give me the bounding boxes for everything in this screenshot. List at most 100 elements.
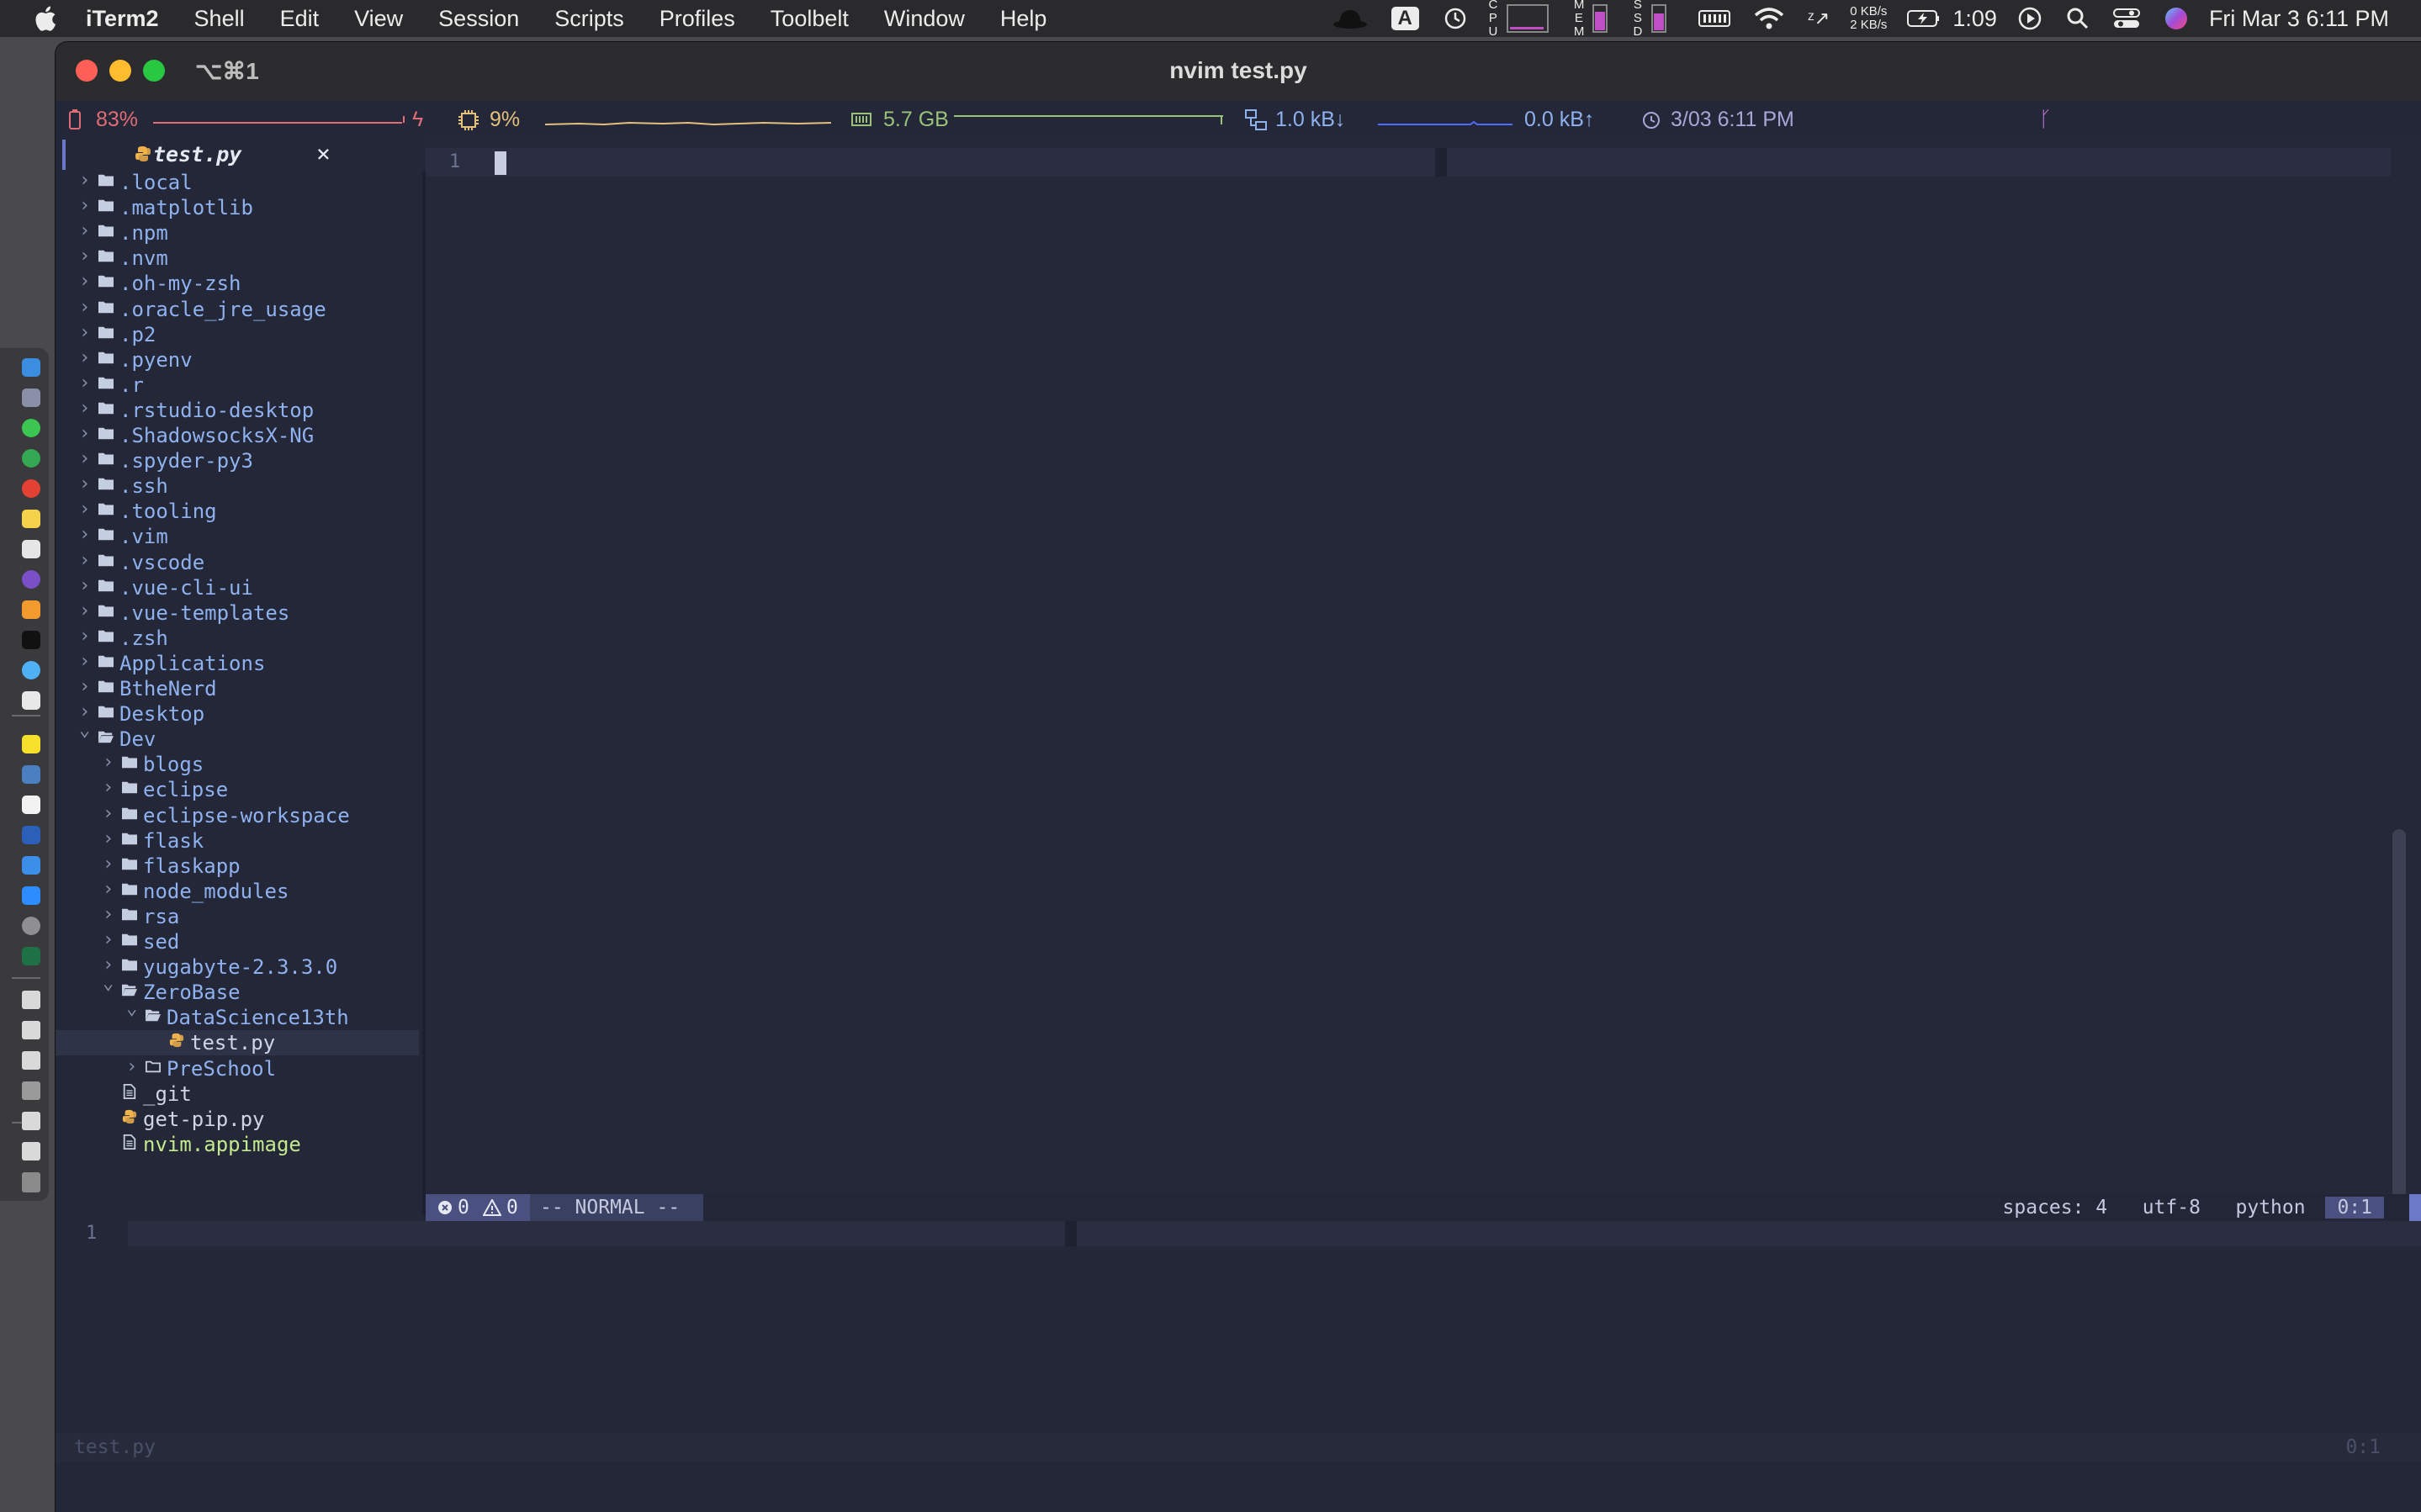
chevron-right-icon[interactable]: ›	[79, 246, 90, 267]
tree-row[interactable]: › .nvm	[56, 246, 419, 271]
tree-row[interactable]: › .oh-my-zsh	[56, 271, 419, 296]
tree-row[interactable]: › flask	[56, 828, 419, 854]
dock-app-mail-icon[interactable]	[22, 856, 40, 875]
chevron-right-icon[interactable]: ›	[79, 651, 90, 672]
battery-status-icon[interactable]	[1698, 8, 1730, 29]
tree-row[interactable]: › Desktop	[56, 701, 419, 727]
dock-trash-icon[interactable]	[22, 1172, 40, 1192]
tree-row[interactable]: › .npm	[56, 220, 419, 246]
dock-app-terminal-icon[interactable]	[22, 631, 40, 649]
tree-row[interactable]: › .ShadowsocksX-NG	[56, 423, 419, 448]
menu-toolbelt[interactable]: Toolbelt	[771, 6, 849, 32]
chevron-right-icon[interactable]: ›	[79, 170, 90, 191]
chevron-right-icon[interactable]: ›	[79, 575, 90, 596]
bowler-hat-icon[interactable]	[1332, 8, 1368, 29]
siri-icon[interactable]	[2164, 6, 2189, 31]
chevron-down-icon[interactable]: ⌄	[103, 973, 114, 994]
tree-row[interactable]: › .vscode	[56, 550, 419, 575]
menu-scripts[interactable]: Scripts	[554, 6, 624, 32]
tree-row-selected[interactable]: test.py	[56, 1030, 419, 1056]
tree-row[interactable]: › .pyenv	[56, 347, 419, 373]
battery-charging-icon[interactable]	[1907, 8, 1941, 29]
dock-app-slack-icon[interactable]	[22, 691, 40, 710]
dock-app-textedit-icon[interactable]	[22, 540, 40, 558]
dock-app-word-icon[interactable]	[22, 826, 40, 844]
tree-row[interactable]: nvim.appimage	[56, 1132, 419, 1157]
chevron-right-icon[interactable]: ›	[103, 803, 114, 824]
time-machine-icon[interactable]	[1443, 6, 1468, 31]
tree-row[interactable]: ⌄ ZeroBase	[56, 973, 419, 1005]
window-titlebar[interactable]: ⌥⌘1 nvim test.py	[56, 42, 2421, 101]
now-playing-icon[interactable]	[2017, 6, 2042, 31]
dock-app-tor-icon[interactable]	[22, 570, 40, 589]
tree-row[interactable]: › .vue-templates	[56, 600, 419, 626]
tree-row[interactable]: › Applications	[56, 651, 419, 676]
apple-logo-icon[interactable]	[32, 4, 57, 33]
dock-app-notes-icon[interactable]	[22, 510, 40, 528]
chevron-right-icon[interactable]: ›	[79, 448, 90, 469]
tree-row[interactable]: › .spyder-py3	[56, 448, 419, 473]
tree-row[interactable]: › BtheNerd	[56, 676, 419, 701]
dock-app-excel-icon[interactable]	[22, 947, 40, 965]
dock-app-preview-icon[interactable]	[22, 765, 40, 784]
dock-app-browser-icon[interactable]	[22, 479, 40, 498]
spotlight-search-icon[interactable]	[2066, 7, 2090, 30]
chevron-right-icon[interactable]: ›	[79, 271, 90, 292]
dock-app-chrome-icon[interactable]	[22, 449, 40, 468]
tree-row[interactable]: › .r	[56, 373, 419, 398]
menu-session[interactable]: Session	[438, 6, 519, 32]
menu-view[interactable]: View	[354, 6, 403, 32]
tree-row[interactable]: ⌄ DataScience13th	[56, 998, 419, 1030]
tree-row[interactable]: › rsa	[56, 904, 419, 929]
tree-row[interactable]: › .rstudio-desktop	[56, 398, 419, 423]
tab-close-icon[interactable]: ×	[316, 140, 331, 167]
tree-row[interactable]: › sed	[56, 929, 419, 954]
dock-doc-6-icon[interactable]	[22, 1142, 40, 1160]
tree-row[interactable]: › .local	[56, 170, 419, 195]
dock-app-calendar-icon[interactable]	[22, 796, 40, 814]
tree-row[interactable]: › eclipse	[56, 777, 419, 802]
tree-row[interactable]: › .tooling	[56, 499, 419, 524]
dock-app-finder-icon[interactable]	[22, 358, 40, 377]
tree-row[interactable]: get-pip.py	[56, 1107, 419, 1132]
dock-doc-5-icon[interactable]	[22, 1112, 40, 1130]
dock-doc-2-icon[interactable]	[22, 1021, 40, 1039]
chevron-right-icon[interactable]: ›	[103, 854, 114, 875]
chevron-right-icon[interactable]: ›	[79, 524, 90, 545]
tree-row[interactable]: › .zsh	[56, 626, 419, 651]
chevron-down-icon[interactable]: ⌄	[126, 998, 137, 1019]
chevron-right-icon[interactable]: ›	[79, 423, 90, 444]
menu-help[interactable]: Help	[1000, 6, 1047, 32]
chevron-right-icon[interactable]: ›	[103, 828, 114, 849]
dock-app-sublime-icon[interactable]	[22, 600, 40, 619]
tree-row[interactable]: › .vue-cli-ui	[56, 575, 419, 600]
tree-row[interactable]: › blogs	[56, 752, 419, 777]
dock-app-launchpad-icon[interactable]	[22, 389, 40, 407]
input-source-icon[interactable]: A	[1391, 7, 1419, 30]
tree-row[interactable]: › flaskapp	[56, 854, 419, 879]
chevron-right-icon[interactable]: ›	[103, 777, 114, 798]
tree-row[interactable]: _git	[56, 1081, 419, 1107]
memory-meter-icon[interactable]	[1592, 4, 1608, 33]
chevron-right-icon[interactable]: ›	[79, 600, 90, 621]
chevron-right-icon[interactable]: ›	[79, 550, 90, 571]
tree-row[interactable]: › .vim	[56, 524, 419, 549]
chevron-right-icon[interactable]: ›	[103, 904, 114, 925]
menu-profiles[interactable]: Profiles	[660, 6, 735, 32]
chevron-right-icon[interactable]: ›	[103, 929, 114, 950]
dock-app-wechat-icon[interactable]	[22, 419, 40, 437]
dock-app-kakaotalk-icon[interactable]	[22, 735, 40, 753]
shortcut-z-icon[interactable]: ᶻ↗	[1808, 8, 1830, 29]
control-center-icon[interactable]	[2112, 7, 2140, 30]
tree-row[interactable]: › .ssh	[56, 473, 419, 499]
dock-app-settings-icon[interactable]	[22, 917, 40, 935]
tree-row[interactable]: › eclipse-workspace	[56, 803, 419, 828]
dock-app-safari-icon[interactable]	[22, 661, 40, 679]
chevron-right-icon[interactable]: ›	[79, 398, 90, 419]
chevron-right-icon[interactable]: ›	[79, 499, 90, 520]
chevron-down-icon[interactable]: ⌄	[79, 720, 90, 741]
tree-tab-filename[interactable]: test.py	[153, 142, 241, 167]
battery-time-text[interactable]: 1:09	[1952, 6, 1997, 32]
cpu-meter-icon[interactable]	[1506, 4, 1549, 33]
menu-edit[interactable]: Edit	[280, 6, 320, 32]
